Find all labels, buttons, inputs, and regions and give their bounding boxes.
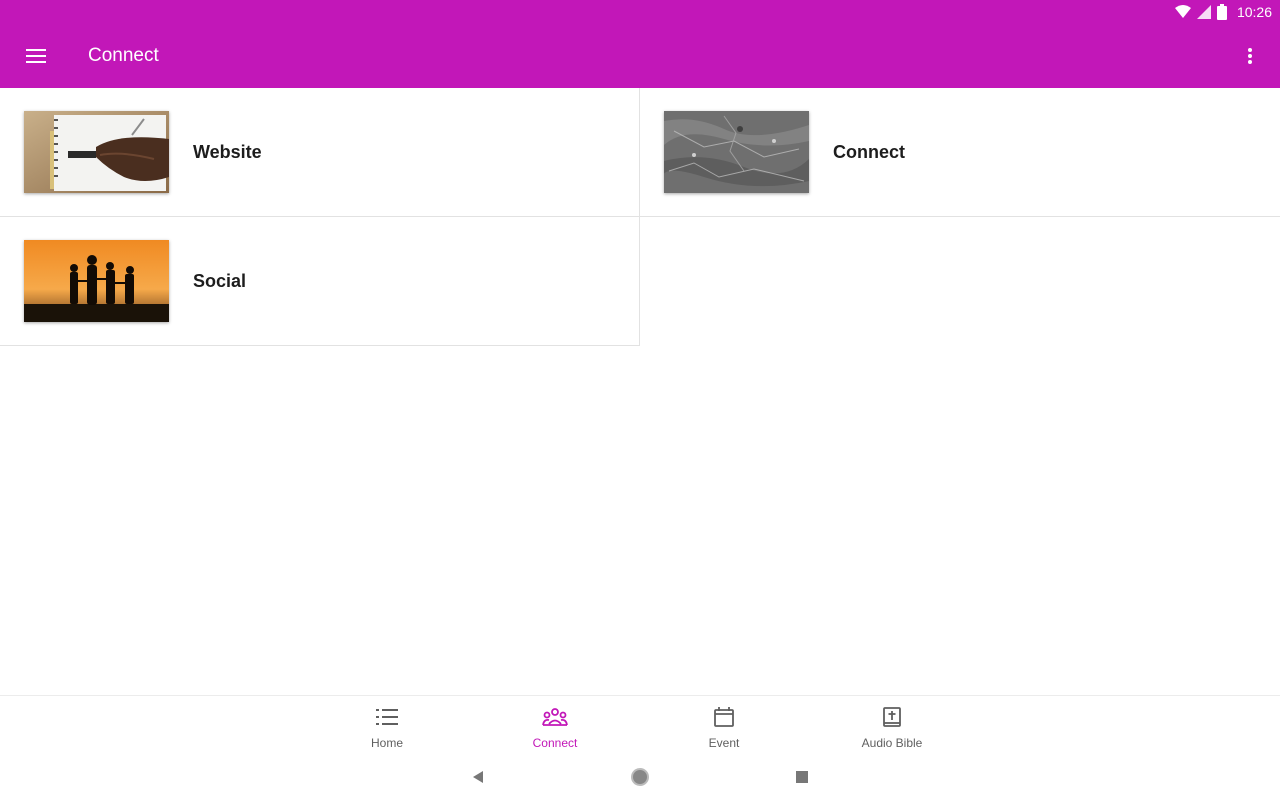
card-title: Social	[193, 270, 247, 291]
more-vertical-icon	[1248, 48, 1252, 64]
nav-audio-bible[interactable]: Audio Bible	[827, 696, 957, 756]
hamburger-menu-icon	[26, 49, 46, 63]
status-clock: 10:26	[1236, 4, 1272, 20]
back-icon	[473, 771, 483, 783]
nav-label: Connect	[532, 736, 578, 750]
home-circle-icon	[631, 768, 649, 786]
people-group-icon	[542, 706, 568, 728]
gray-stone-texture-image	[664, 111, 809, 193]
nav-event[interactable]: Event	[659, 696, 789, 756]
battery-icon	[1216, 4, 1227, 20]
system-navigation-bar	[0, 755, 1280, 800]
connect-grid: Website Connect Social	[0, 88, 1280, 346]
status-bar: 10:26	[0, 0, 1280, 24]
card-title: Website	[193, 141, 262, 162]
nav-connect[interactable]: Connect	[490, 696, 620, 756]
notebook-writing-image	[24, 111, 169, 193]
bible-cross-icon	[883, 706, 901, 728]
nav-home[interactable]: Home	[322, 696, 452, 756]
app-bar: Connect	[0, 24, 1280, 88]
page-title: Connect	[88, 45, 159, 66]
nav-label: Event	[708, 736, 740, 750]
back-button[interactable]	[466, 766, 490, 788]
nav-label: Home	[370, 736, 403, 750]
nav-label: Audio Bible	[861, 736, 923, 750]
wifi-icon	[1174, 5, 1191, 18]
recents-square-icon	[796, 771, 808, 783]
menu-button[interactable]	[0, 24, 72, 88]
recents-button[interactable]	[790, 766, 814, 788]
card-website[interactable]: Website	[0, 88, 640, 217]
list-icon	[376, 706, 398, 728]
family-sunset-silhouette-image	[24, 240, 169, 322]
card-social[interactable]: Social	[0, 217, 640, 346]
card-title: Connect	[833, 141, 905, 162]
overflow-menu-button[interactable]	[1234, 40, 1266, 72]
calendar-icon	[714, 706, 734, 728]
home-button[interactable]	[628, 766, 652, 788]
signal-icon	[1196, 5, 1211, 19]
card-connect[interactable]: Connect	[640, 88, 1280, 217]
bottom-navigation: Home Connect Event Audio Bible	[0, 695, 1280, 756]
